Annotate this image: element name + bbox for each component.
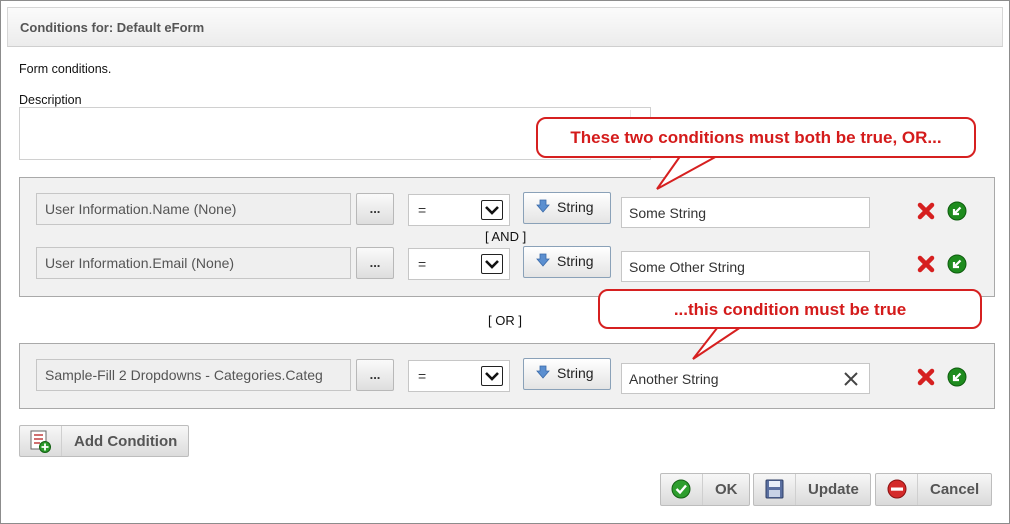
condition-value-3: Another String	[629, 371, 719, 387]
update-button[interactable]: Update	[753, 473, 871, 506]
cancel-label: Cancel	[930, 481, 980, 498]
chevron-down-icon[interactable]	[481, 254, 503, 274]
condition-value-input-2[interactable]: Some Other String	[621, 251, 870, 282]
operator-select-3[interactable]: =	[408, 360, 510, 392]
callout-and-note: These two conditions must both be true, …	[536, 117, 976, 158]
type-button-1[interactable]: String	[523, 192, 611, 224]
move-condition-icon[interactable]	[947, 254, 967, 274]
operator-select-1[interactable]: =	[408, 194, 510, 226]
delete-condition-icon[interactable]	[916, 367, 936, 387]
type-label-3: String	[557, 365, 594, 381]
delete-condition-icon[interactable]	[916, 201, 936, 221]
type-label-2: String	[557, 253, 594, 269]
condition-field-1[interactable]: User Information.Name (None)	[36, 193, 351, 225]
ok-button[interactable]: OK	[660, 473, 750, 506]
dialog-titlebar: Conditions for: Default eForm	[7, 7, 1003, 47]
description-label: Description	[19, 93, 82, 107]
add-list-icon	[20, 426, 62, 456]
blue-down-arrow-icon	[536, 253, 550, 270]
type-button-3[interactable]: String	[523, 358, 611, 390]
save-disk-icon	[754, 474, 796, 505]
type-button-2[interactable]: String	[523, 246, 611, 278]
delete-condition-icon[interactable]	[916, 254, 936, 274]
condition-value-input-1[interactable]: Some String	[621, 197, 870, 228]
condition-group-2: Sample-Fill 2 Dropdowns - Categories.Cat…	[19, 343, 995, 409]
condition-field-2[interactable]: User Information.Email (None)	[36, 247, 351, 279]
clear-x-icon[interactable]	[843, 371, 859, 390]
update-label: Update	[808, 481, 859, 498]
dialog-title: Conditions for: Default eForm	[20, 20, 205, 35]
browse-field-button-1[interactable]: ...	[356, 193, 394, 225]
condition-group-1: User Information.Name (None) ... = Strin…	[19, 177, 995, 297]
chevron-down-icon[interactable]	[481, 366, 503, 386]
conditions-dialog: Conditions for: Default eForm Form condi…	[0, 0, 1010, 524]
no-entry-icon	[876, 474, 918, 505]
condition-field-3[interactable]: Sample-Fill 2 Dropdowns - Categories.Cat…	[36, 359, 351, 391]
move-condition-icon[interactable]	[947, 367, 967, 387]
and-joiner: [ AND ]	[485, 229, 527, 244]
operator-value-2: =	[418, 256, 427, 272]
move-condition-icon[interactable]	[947, 201, 967, 221]
check-icon	[661, 474, 703, 505]
or-joiner: [ OR ]	[488, 313, 522, 328]
cancel-button[interactable]: Cancel	[875, 473, 992, 506]
form-conditions-label: Form conditions.	[19, 62, 112, 76]
operator-value-1: =	[418, 202, 427, 218]
type-label-1: String	[557, 199, 594, 215]
callout-or-note: ...this condition must be true	[598, 289, 982, 329]
add-condition-label: Add Condition	[74, 433, 178, 450]
operator-select-2[interactable]: =	[408, 248, 510, 280]
browse-field-button-3[interactable]: ...	[356, 359, 394, 391]
ok-label: OK	[715, 481, 738, 498]
add-condition-button[interactable]: Add Condition	[19, 425, 189, 457]
chevron-down-icon[interactable]	[481, 200, 503, 220]
blue-down-arrow-icon	[536, 365, 550, 382]
condition-value-input-3[interactable]: Another String	[621, 363, 870, 394]
browse-field-button-2[interactable]: ...	[356, 247, 394, 279]
operator-value-3: =	[418, 368, 427, 384]
blue-down-arrow-icon	[536, 199, 550, 216]
